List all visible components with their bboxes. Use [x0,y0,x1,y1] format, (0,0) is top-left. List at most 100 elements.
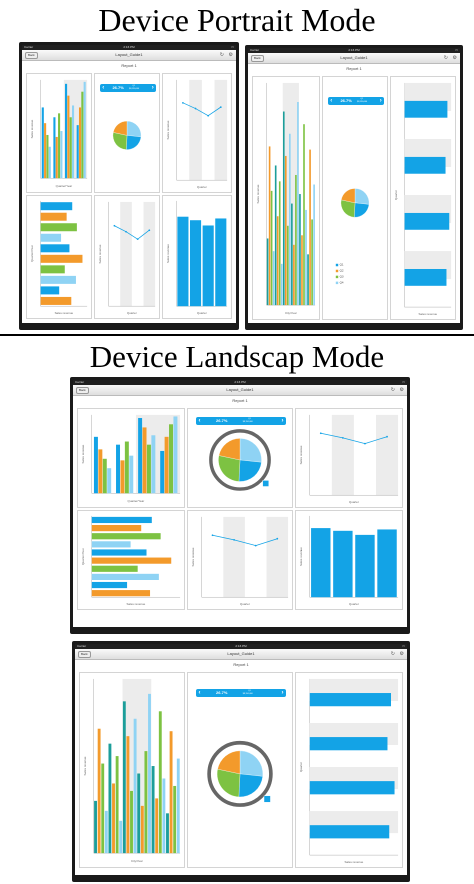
line-point [341,436,344,439]
quarter-hbar-chart[interactable]: Quarter Sales revenue [295,672,403,868]
column-mark [313,184,315,306]
gear-icon[interactable]: ⚙ [400,387,404,393]
chevron-left-icon[interactable]: ‹ [102,84,104,92]
revenue-line-chart-2[interactable]: Sales revenue Quarter [187,510,293,610]
column-mark [53,117,56,179]
refresh-icon[interactable]: ↻ [391,651,395,657]
kpi-banner[interactable]: ‹ 26.7% Q1 $8,150,000 › [100,83,156,92]
quarter-year-bar-chart[interactable]: Quarter/Year Sales revenue [26,195,92,319]
device-screen: Carrier 2:16 PM ▭ Back Layout_Guide1 ↻ ⚙ Report… [22,45,236,323]
column-mark [274,165,277,306]
quarter-year-bar-chart[interactable]: Quarter/Year Sales revenue [77,510,185,610]
line-point [194,107,197,110]
gear-icon[interactable]: ⚙ [229,52,233,58]
column-mark [97,728,101,854]
hbar-mark [40,275,76,284]
kpi-pie-tile[interactable]: ‹ 26.7% Q1 $8,150,000 › [187,408,293,508]
chevron-right-icon[interactable]: › [282,417,284,425]
quarter-column-chart[interactable]: Sales revenue Quarter [162,195,232,319]
kpi-pie-tile[interactable]: ‹ 26.7% Q1 $8,150,000 › [187,672,293,868]
column-mark [104,810,108,854]
report-title: Report 1 [233,662,249,667]
gear-icon[interactable]: ⚙ [453,55,457,61]
chevron-right-icon[interactable]: › [152,84,154,92]
quarter-column-chart[interactable]: Sales revenue Quarter [295,510,403,610]
column-mark [293,244,295,306]
revenue-line-chart-2[interactable]: Sales revenue Quarter [94,195,160,319]
axis-label: Sales revenue [98,244,102,263]
column-mark [173,416,178,494]
column-mark [78,107,82,179]
revenue-line-chart[interactable]: Sales revenue Quarter [162,73,232,193]
nav-title: Layout_Guide1 [115,52,143,57]
hbar-mark [91,533,161,540]
chevron-left-icon[interactable]: ‹ [198,689,200,697]
refresh-icon[interactable]: ↻ [391,387,395,393]
column-mark [299,194,301,306]
axis-label: Quarter [127,311,137,315]
hbar-mark [40,202,73,211]
chart-svg [112,120,142,150]
column-mark [101,763,105,854]
chart-svg: Sales revenue Quarter [191,516,289,606]
quarter-hbar-chart[interactable]: Quarter Sales revenue [390,76,456,320]
chevron-right-icon[interactable]: › [282,689,284,697]
kpi-pie-tile[interactable]: ‹ 26.7% Q1 $8,150,000 › [94,73,160,193]
line-point [276,537,279,540]
gear-icon[interactable]: ⚙ [400,651,404,657]
hbar-mark [309,693,392,707]
column-mark [268,146,271,306]
kpi-value: 26.7% [112,84,124,90]
axis-label: Sales revenue [83,756,87,775]
column-mark [160,450,165,494]
nav-bar: Back Layout_Guide1 ↻ ⚙ [22,50,236,61]
chart-svg: Sales revenue City/Year [256,82,316,315]
revenue-line-chart[interactable]: Sales revenue Quarter [295,408,403,508]
hbar-mark [91,525,142,532]
pie-slice [354,188,370,205]
chart-svg: Quarter Sales revenue [299,678,399,864]
column-mark [301,235,303,306]
kpi-pie-legend-tile[interactable]: Q1 Q2 Q3 Q4 ‹ 26.7% Q1 $8,150,000 › [322,76,388,320]
quarter-year-column-chart[interactable]: Sales revenue Quarter/Year [26,73,92,193]
column-mark [305,209,307,306]
axis-label: Quarter [349,500,359,504]
refresh-icon[interactable]: ↻ [444,55,448,61]
line-point [113,224,116,227]
chevron-left-icon[interactable]: ‹ [330,97,332,105]
kpi-banner[interactable]: ‹ 26.7% Q1 $8,150,000 › [196,417,286,425]
column-mark [162,778,166,854]
chart-svg: Sales revenue Quarter/Year [30,79,88,188]
nav-title: Layout_Guide1 [340,55,368,60]
city-year-column-chart[interactable]: Sales revenue City/Year [79,672,185,868]
column-mark [142,427,147,494]
chevron-left-icon[interactable]: ‹ [198,417,200,425]
kpi-banner[interactable]: ‹ 26.7% Q1 $8,150,000 › [328,96,384,105]
kpi-banner[interactable]: ‹ 26.7% Q1 $8,150,000 › [196,688,286,697]
line-point [364,442,366,445]
column-mark [297,101,299,306]
column-mark [69,117,72,179]
column-mark [355,534,375,598]
column-mark [124,441,129,494]
plot-band [266,516,289,598]
column-mark [144,751,148,854]
column-mark [158,711,162,854]
hbar-mark [404,100,448,118]
column-mark [138,418,143,494]
line-point [319,432,322,435]
axis-label: Sales revenue [256,184,260,203]
column-mark [278,181,281,306]
device-screen: Carrier 2:16 PM ▭ Back Layout_Guide1 ↻ ⚙ Report… [75,644,407,875]
landscape-device-columns: Carrier 2:16 PM ▭ Back Layout_Guide1 ↻ ⚙ Report… [72,641,410,882]
city-year-column-chart[interactable]: Sales revenue City/Year [252,76,320,320]
chevron-right-icon[interactable]: › [380,97,382,105]
line-point [211,534,214,537]
axis-label: Sales revenue [166,120,170,139]
hbar-mark [40,296,72,305]
line-point [136,238,139,241]
axis-label: City/Year [131,859,143,863]
refresh-icon[interactable]: ↻ [220,52,224,58]
quarter-year-column-chart[interactable]: Sales revenue Quarter/Year [77,408,185,508]
kpi-amount: $8,150,000 [129,87,140,90]
